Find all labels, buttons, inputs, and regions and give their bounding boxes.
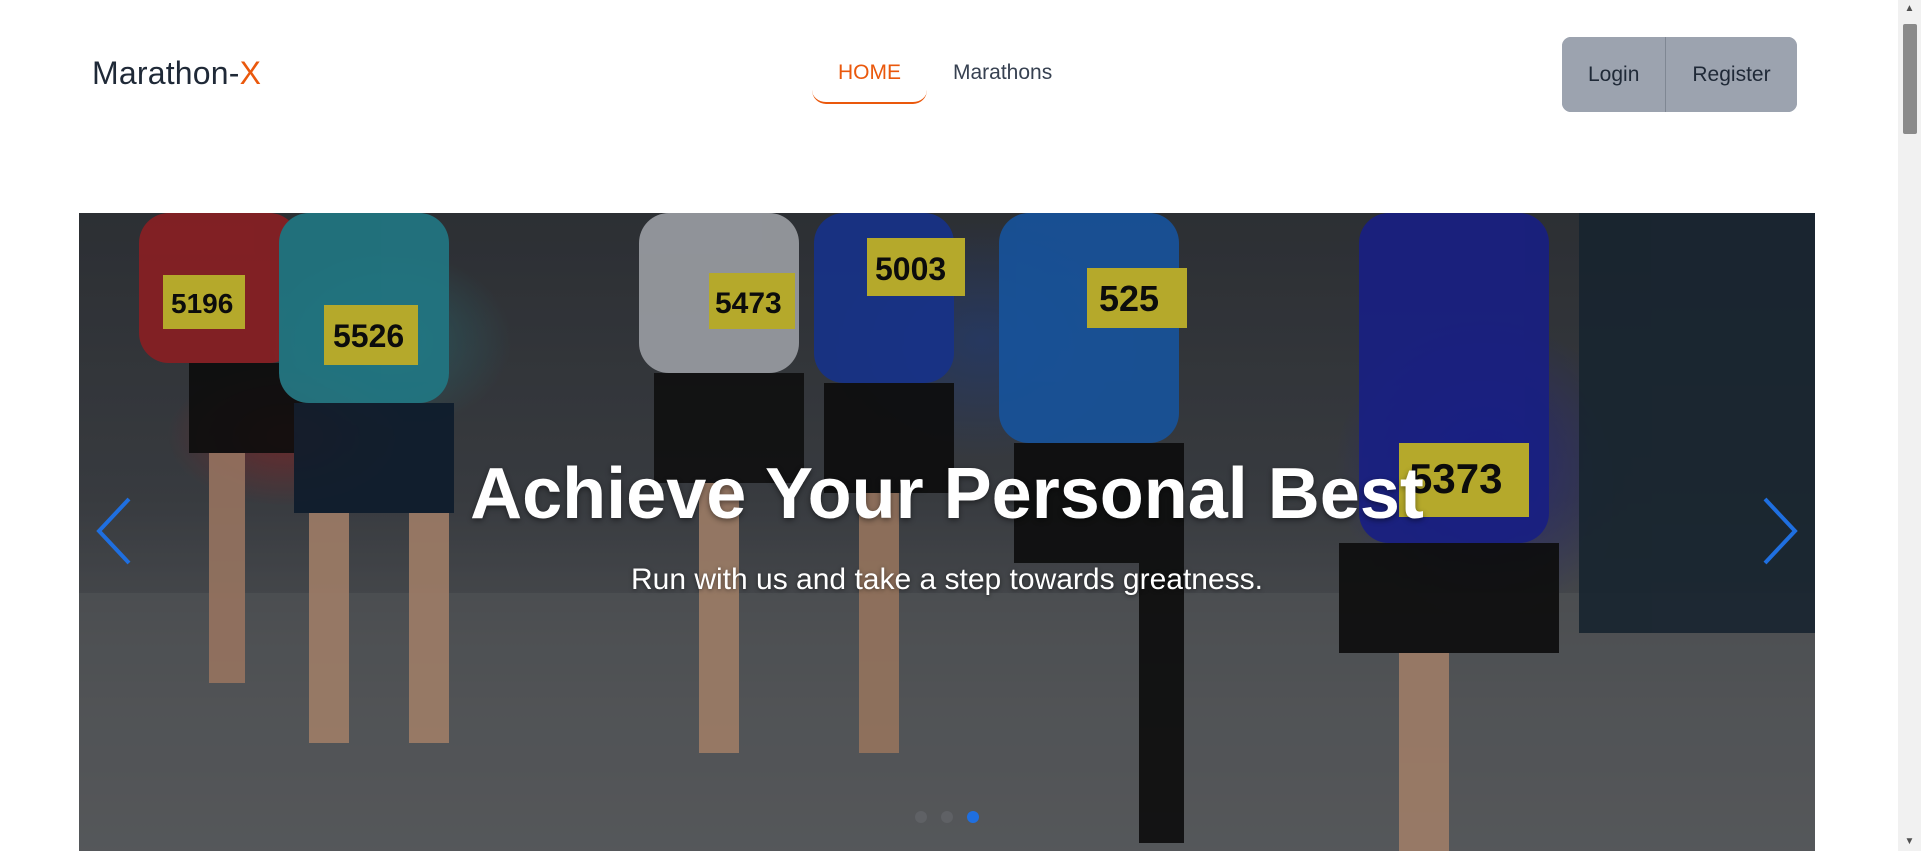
chevron-left-icon [96,497,131,565]
nav-marathons-link[interactable]: Marathons [927,50,1078,104]
auth-button-group: Login Register [1562,37,1797,112]
brand-logo[interactable]: Marathon-X [92,55,261,92]
main-nav: HOME Marathons [812,50,1078,106]
hero-subtitle: Run with us and take a step towards grea… [630,563,1264,596]
carousel-next-button[interactable] [1753,491,1803,571]
login-button[interactable]: Login [1562,37,1666,112]
carousel-prev-button[interactable] [91,491,141,571]
scroll-down-icon[interactable]: ▼ [1898,833,1921,851]
page: Marathon-X HOME Marathons Login Register [0,0,1898,851]
navbar: Marathon-X HOME Marathons Login Register [0,0,1898,150]
brand-name: Marathon- [92,55,240,91]
nav-home-link[interactable]: HOME [812,50,927,104]
register-button[interactable]: Register [1665,37,1797,112]
carousel-indicators [915,811,979,823]
carousel-dot-1[interactable] [915,811,927,823]
brand-accent: X [239,55,262,91]
hero-title: Achieve Your Personal Best [470,454,1424,534]
carousel-dot-3[interactable] [967,811,979,823]
scrollbar-thumb[interactable] [1903,24,1917,134]
page-scrollbar[interactable]: ▲ ▼ [1898,0,1921,851]
scroll-up-icon[interactable]: ▲ [1898,0,1921,18]
carousel-dot-2[interactable] [941,811,953,823]
hero-carousel: 5196 5526 5473 5003 525 5373 Achieve You… [79,213,1815,851]
chevron-right-icon [1763,497,1798,565]
